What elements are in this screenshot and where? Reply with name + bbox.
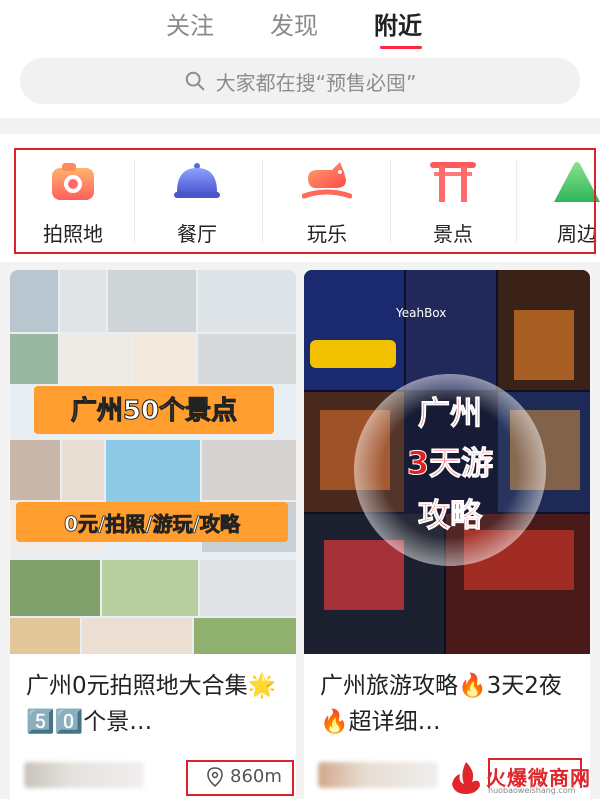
cover-image: 广州50个景点 0元/拍照/游玩/攻略 (10, 270, 296, 654)
top-tabs: 关注 发现 附近 (0, 6, 600, 49)
divider (390, 160, 391, 242)
distance-text: 860m (230, 766, 282, 787)
header: 关注 发现 附近 大家都在搜“预售必囤” (0, 0, 600, 118)
category-restaurant[interactable]: 餐厅 (142, 148, 252, 252)
category-nearby[interactable]: 周边 (522, 148, 600, 252)
divider (262, 160, 263, 242)
search-icon (185, 71, 204, 91)
note-title: 广州旅游攻略🔥3天2夜🔥超详细… (320, 673, 562, 735)
active-tab-indicator (380, 46, 422, 49)
location-pin-icon (207, 766, 223, 787)
category-fun[interactable]: 玩乐 (272, 148, 382, 252)
cover-subtitle: 0元/拍照/游玩/攻略 (64, 512, 241, 537)
category-label: 餐厅 (177, 222, 217, 246)
cover-sign: YeahBox (396, 306, 447, 320)
search-placeholder: 大家都在搜“预售必囤” (215, 70, 417, 95)
distance-badge: 860m (206, 766, 282, 787)
flame-logo-icon (452, 762, 480, 794)
category-photo-spot[interactable]: 拍照地 (18, 148, 128, 252)
category-label: 玩乐 (307, 222, 347, 246)
site-watermark: 火爆微商网 huobaoweishang.com (446, 758, 596, 798)
divider (516, 160, 517, 242)
category-label: 拍照地 (43, 222, 103, 246)
category-label: 周边 (557, 222, 597, 246)
search-bar[interactable]: 大家都在搜“预售必囤” (20, 58, 580, 104)
mountain-icon (554, 162, 600, 202)
divider (134, 160, 135, 242)
avatar (24, 762, 144, 788)
watermark-url: huobaoweishang.com (488, 786, 576, 795)
avatar (318, 762, 438, 788)
tab-discover[interactable]: 发现 (270, 6, 318, 41)
rocking-horse-icon (302, 162, 352, 199)
note-card[interactable]: 广州50个景点 0元/拍照/游玩/攻略 广州0元拍照地大合集🌟5️⃣0️⃣个景…… (10, 270, 296, 799)
cover-title-line3: 攻略 (417, 496, 482, 535)
food-cloche-icon (174, 163, 220, 198)
cover-image: YeahBox 广州 3天游 攻略 (304, 270, 590, 654)
note-card[interactable]: YeahBox 广州 3天游 攻略 广州旅游攻略🔥3天2夜🔥超详细… (304, 270, 590, 799)
photo-collage (10, 270, 296, 654)
torii-gate-icon (430, 162, 476, 202)
tab-nearby[interactable]: 附近 (374, 6, 422, 41)
note-title: 广州0元拍照地大合集🌟5️⃣0️⃣个景… (26, 673, 277, 735)
camera-icon (52, 163, 94, 200)
cover-title: 广州50个景点 (70, 396, 238, 427)
category-scenic[interactable]: 景点 (398, 148, 508, 252)
cover-title-line1: 广州 (417, 394, 482, 433)
tab-follow[interactable]: 关注 (166, 6, 214, 41)
category-label: 景点 (433, 222, 473, 246)
cover-title-line2: 3天游 (406, 444, 494, 483)
